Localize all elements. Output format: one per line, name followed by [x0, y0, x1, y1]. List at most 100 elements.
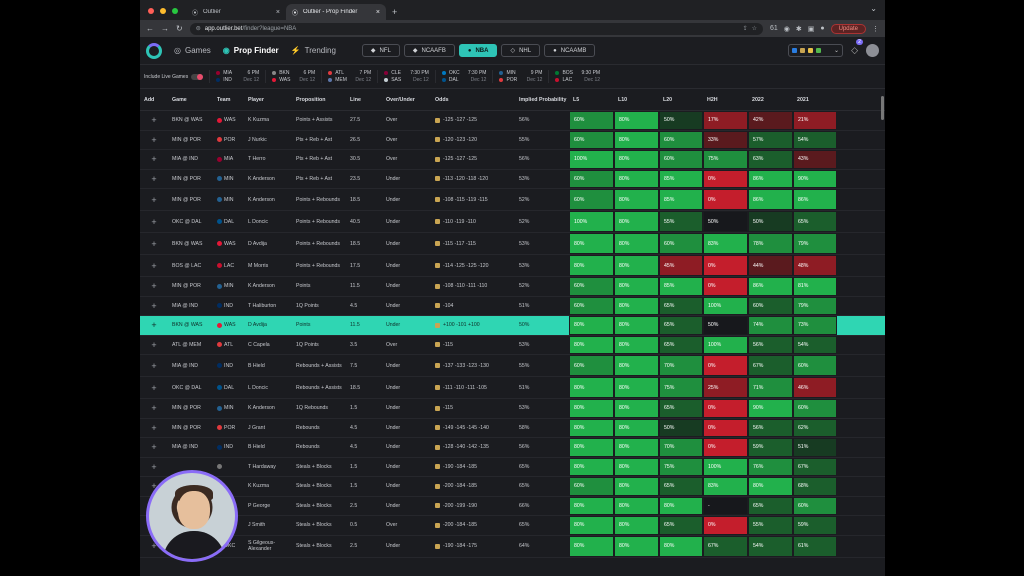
hit-rate-cell[interactable]: 80% [569, 418, 614, 437]
hit-rate-cell[interactable]: 0% [703, 355, 748, 376]
hit-rate-cell[interactable]: 80% [569, 516, 614, 535]
hit-rate-cell[interactable]: 80% [614, 496, 659, 515]
hit-rate-cell[interactable]: 60% [659, 233, 703, 254]
player-cell[interactable]: L Doncic [244, 385, 292, 391]
hit-rate-cell[interactable]: 73% [793, 316, 837, 335]
hit-rate-cell[interactable]: 48% [793, 255, 837, 276]
scrollbar[interactable] [881, 96, 884, 120]
player-cell[interactable]: K Anderson [244, 197, 292, 203]
table-row[interactable]: + MIN @ POR MIN K Anderson Points 11.5 U… [140, 277, 885, 297]
table-row[interactable]: + MIN @ POR MIN K Anderson Pts + Reb + A… [140, 169, 885, 189]
hit-rate-cell[interactable]: 100% [569, 211, 614, 232]
player-cell[interactable]: C Capela [244, 342, 292, 348]
column-header[interactable]: Over/Under [382, 97, 431, 103]
player-cell[interactable]: M Morris [244, 263, 292, 269]
hit-rate-cell[interactable]: 80% [614, 169, 659, 188]
hit-rate-cell[interactable]: 68% [793, 477, 837, 496]
nav-games[interactable]: ◎ Games [174, 46, 211, 55]
hit-rate-cell[interactable]: 86% [748, 277, 793, 296]
new-tab-icon[interactable]: + [386, 7, 403, 20]
hit-rate-cell[interactable]: 60% [569, 477, 614, 496]
hit-rate-cell[interactable]: 80% [614, 150, 659, 169]
player-cell[interactable]: K Anderson [244, 283, 292, 289]
hit-rate-cell[interactable]: 46% [793, 377, 837, 398]
table-row[interactable]: + ATL @ MEM ATL C Capela 1Q Points 3.5 O… [140, 335, 885, 355]
hit-rate-cell[interactable]: 80% [569, 377, 614, 398]
odds-cell[interactable]: -115 [431, 405, 515, 411]
table-row[interactable]: + BKN @ WAS WAS D Avdija Points 11.5 Und… [140, 316, 885, 336]
hit-rate-cell[interactable]: 80% [614, 418, 659, 437]
hit-rate-cell[interactable]: 80% [569, 399, 614, 418]
column-header[interactable]: L10 [614, 97, 659, 103]
sport-ncaafb-button[interactable]: ◆ NCAAFB [403, 44, 455, 57]
hit-rate-cell[interactable]: 81% [793, 277, 837, 296]
add-prop-button[interactable]: + [140, 320, 168, 330]
close-tab-icon[interactable]: × [276, 9, 280, 16]
profile-icon[interactable]: ● [820, 25, 824, 32]
odds-cell[interactable]: -115 [431, 342, 515, 348]
hit-rate-cell[interactable]: 80% [614, 316, 659, 335]
hit-rate-cell[interactable]: 80% [614, 111, 659, 130]
add-prop-button[interactable]: + [140, 361, 168, 371]
hit-rate-cell[interactable]: 21% [793, 111, 837, 130]
hit-rate-cell[interactable]: 60% [748, 296, 793, 315]
odds-cell[interactable]: -113 -120 -118 -120 [431, 176, 515, 182]
hit-rate-cell[interactable]: 45% [659, 255, 703, 276]
add-prop-button[interactable]: + [140, 340, 168, 350]
hit-rate-cell[interactable]: 80% [569, 233, 614, 254]
extension-counter[interactable]: 61 [770, 25, 778, 32]
sport-ncaamb-button[interactable]: ● NCAAMB [544, 44, 596, 57]
sidebar-icon[interactable]: ▣ [808, 25, 815, 33]
close-window-icon[interactable] [148, 8, 154, 14]
hit-rate-cell[interactable]: 65% [659, 399, 703, 418]
hit-rate-cell[interactable]: 71% [748, 377, 793, 398]
add-prop-button[interactable]: + [140, 261, 168, 271]
add-prop-button[interactable]: + [140, 217, 168, 227]
hit-rate-cell[interactable]: 44% [748, 255, 793, 276]
browser-tab[interactable]: ⦿ Outlier × [186, 4, 286, 20]
hit-rate-cell[interactable]: 85% [659, 169, 703, 188]
live-games-toggle[interactable] [191, 73, 204, 80]
hit-rate-cell[interactable]: 60% [659, 150, 703, 169]
hit-rate-cell[interactable]: 80% [569, 535, 614, 557]
add-prop-button[interactable]: + [140, 115, 168, 125]
add-prop-button[interactable]: + [140, 281, 168, 291]
odds-cell[interactable]: +100 -101 +100 [431, 322, 515, 328]
add-prop-button[interactable]: + [140, 383, 168, 393]
hit-rate-cell[interactable]: 80% [614, 233, 659, 254]
hit-rate-cell[interactable]: 78% [748, 233, 793, 254]
hit-rate-cell[interactable]: 0% [703, 418, 748, 437]
odds-cell[interactable]: -115 -117 -115 [431, 241, 515, 247]
hit-rate-cell[interactable]: 54% [748, 535, 793, 557]
hit-rate-cell[interactable]: 76% [748, 457, 793, 476]
add-prop-button[interactable]: + [140, 442, 168, 452]
odds-cell[interactable]: -149 -145 -145 -140 [431, 425, 515, 431]
add-prop-button[interactable]: + [140, 403, 168, 413]
hit-rate-cell[interactable]: 50% [703, 316, 748, 335]
player-cell[interactable]: L Doncic [244, 219, 292, 225]
hit-rate-cell[interactable]: 0% [703, 255, 748, 276]
player-cell[interactable]: D Avdija [244, 241, 292, 247]
add-prop-button[interactable]: + [140, 154, 168, 164]
column-header[interactable]: 2021 [793, 97, 837, 103]
minimize-window-icon[interactable] [160, 8, 166, 14]
hit-rate-cell[interactable]: 80% [659, 496, 703, 515]
hit-rate-cell[interactable]: 60% [569, 130, 614, 149]
hit-rate-cell[interactable]: 0% [703, 189, 748, 210]
player-cell[interactable]: K Kuzma [244, 483, 292, 489]
column-header[interactable]: Odds [431, 97, 515, 103]
player-cell[interactable]: B Hield [244, 363, 292, 369]
hit-rate-cell[interactable]: 79% [793, 296, 837, 315]
sportsbook-selector[interactable]: ⌄ [788, 44, 844, 57]
hit-rate-cell[interactable]: 80% [748, 477, 793, 496]
hit-rate-cell[interactable]: 80% [614, 335, 659, 354]
add-prop-button[interactable]: + [140, 462, 168, 472]
player-cell[interactable]: T Haliburton [244, 303, 292, 309]
hit-rate-cell[interactable]: 65% [659, 316, 703, 335]
hit-rate-cell[interactable]: 0% [703, 438, 748, 457]
hit-rate-cell[interactable]: 60% [569, 277, 614, 296]
odds-cell[interactable]: -110 -119 -110 [431, 219, 515, 225]
hit-rate-cell[interactable]: 80% [569, 335, 614, 354]
hit-rate-cell[interactable]: 50% [703, 211, 748, 232]
odds-cell[interactable]: -125 -127 -125 [431, 156, 515, 162]
